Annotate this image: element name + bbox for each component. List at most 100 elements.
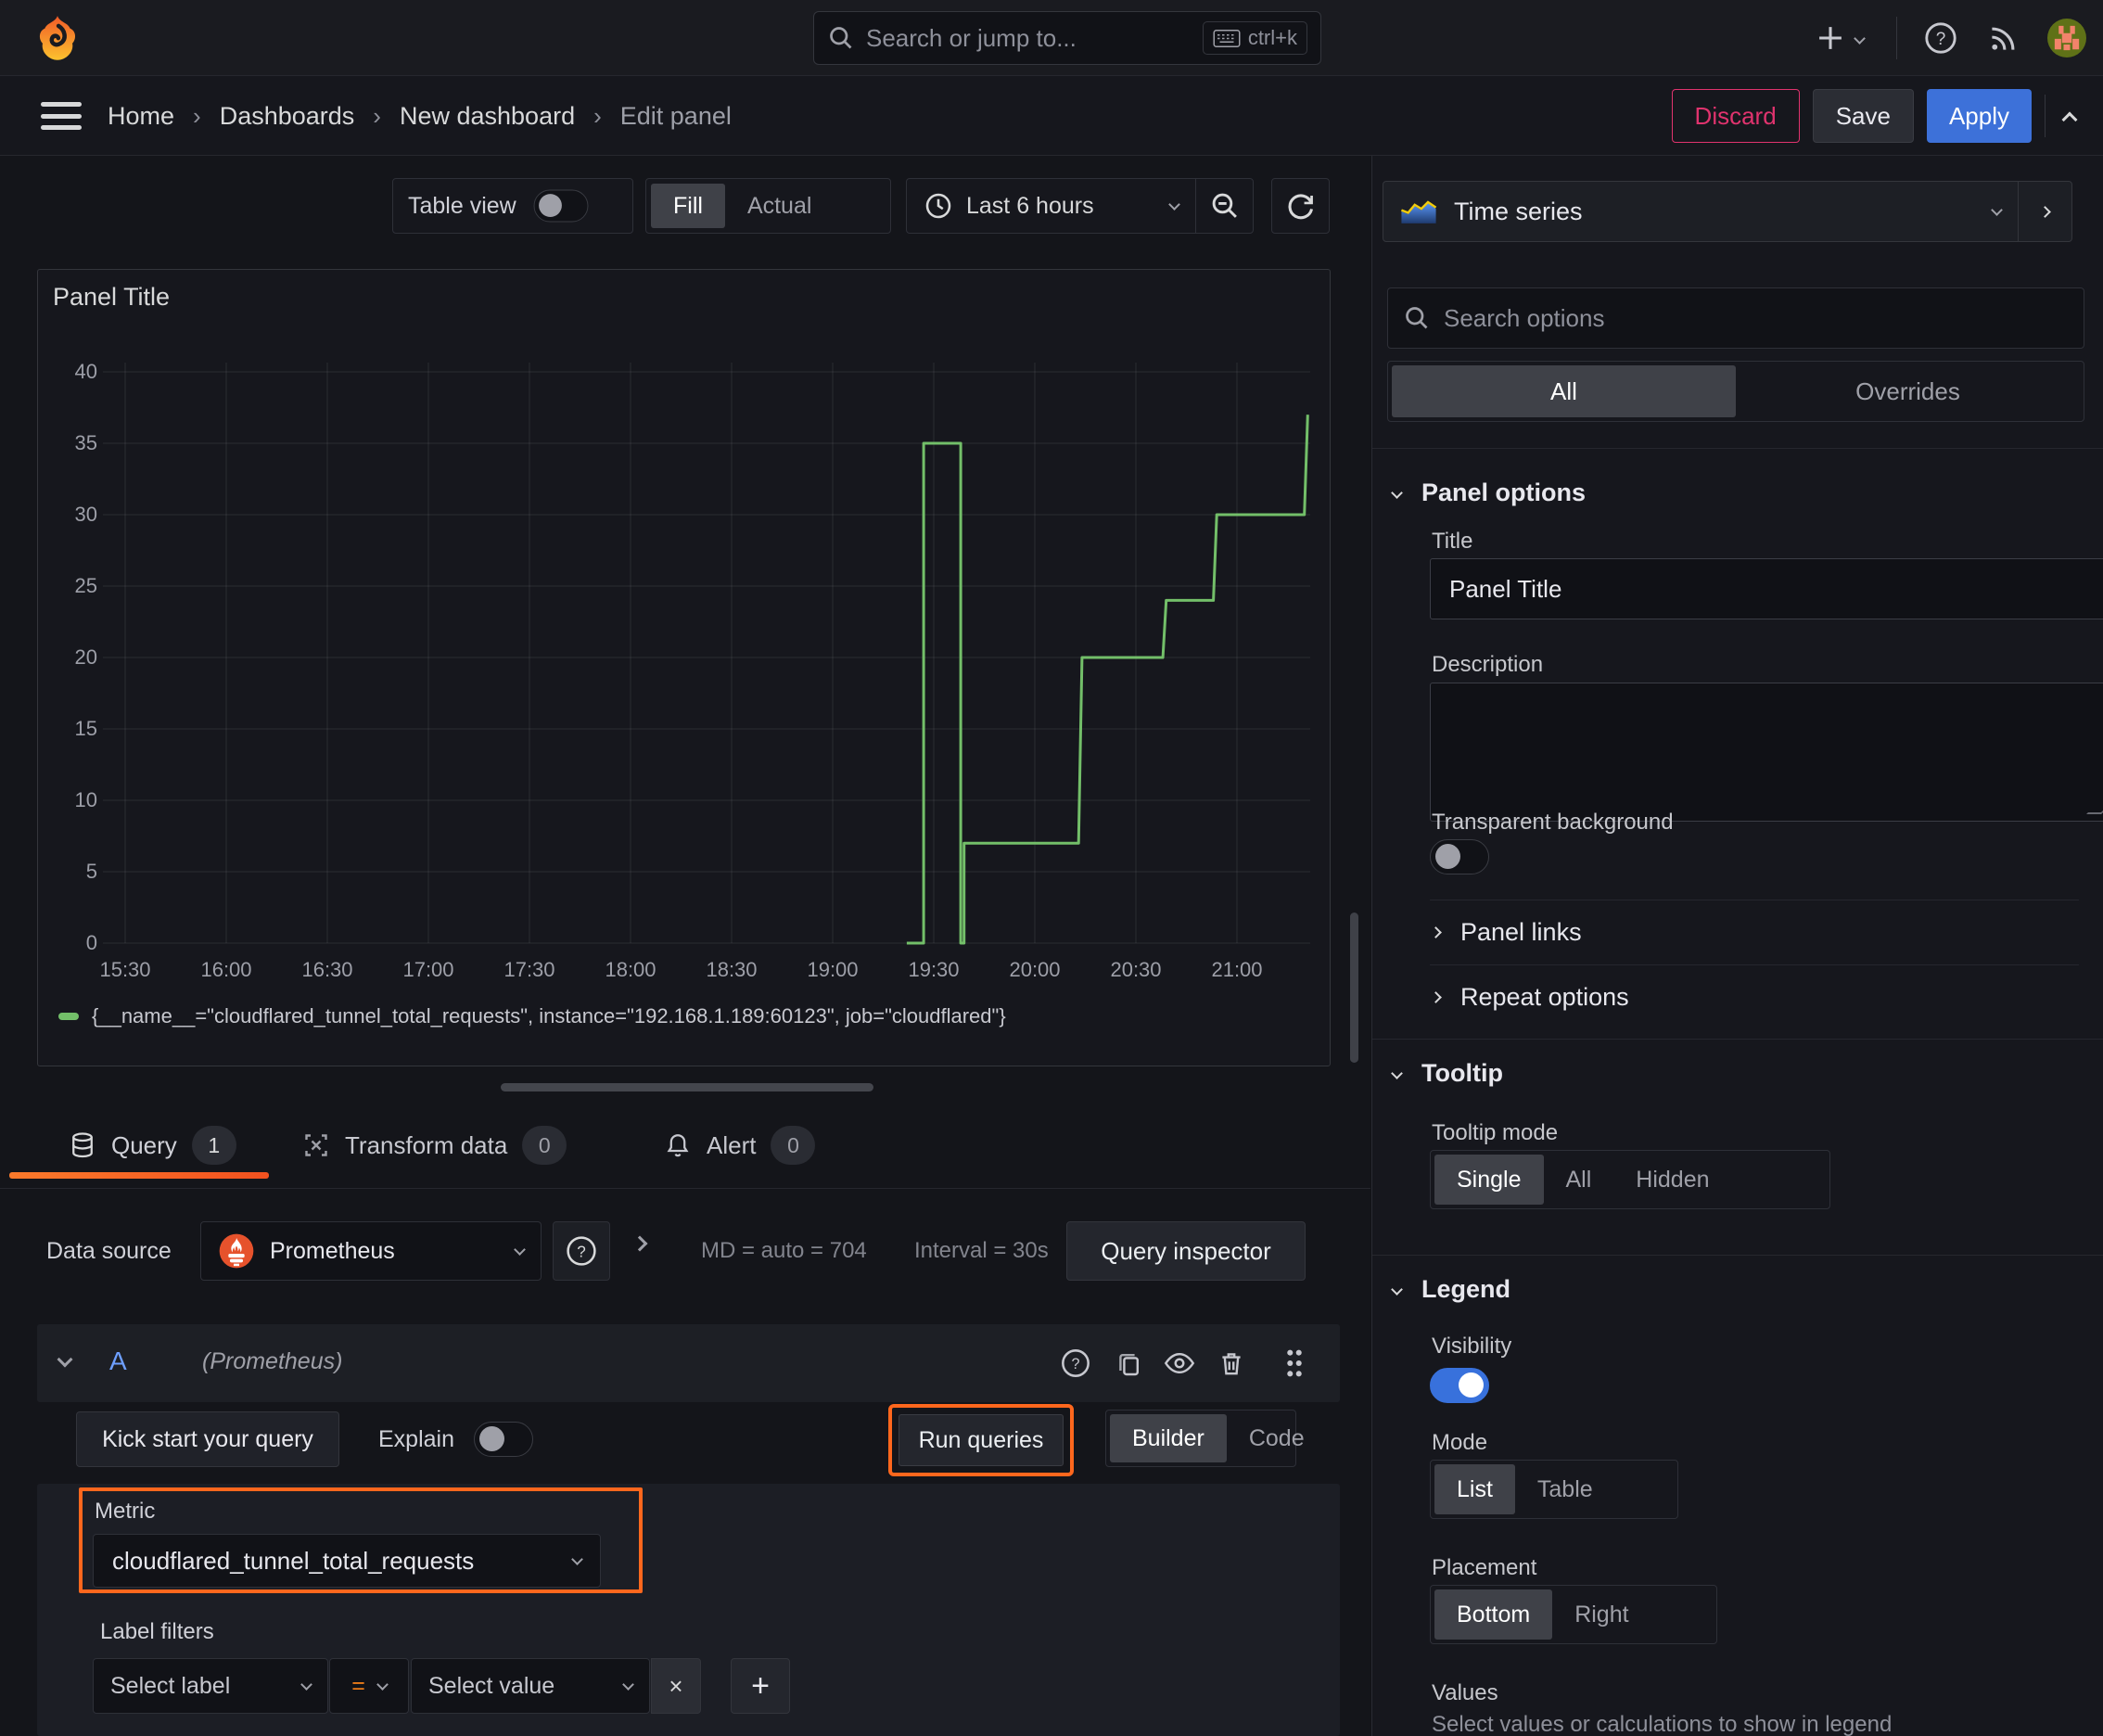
delete-query-icon[interactable]	[1213, 1345, 1250, 1382]
panel-preview: Panel Title 0 5 10 15 20 25 30 35 40 15:30 16:00 1…	[37, 269, 1331, 1066]
datasource-help-button[interactable]: ?	[553, 1221, 610, 1281]
tooltip-mode-all[interactable]: All	[1544, 1155, 1614, 1205]
save-button[interactable]: Save	[1812, 89, 1914, 143]
time-series-chart[interactable]	[103, 363, 1310, 956]
menu-toggle-button[interactable]	[39, 98, 83, 134]
code-option[interactable]: Code	[1227, 1414, 1327, 1462]
repeat-options-header[interactable]: Repeat options	[1430, 983, 1629, 1012]
run-queries-highlight: Run queries	[888, 1404, 1074, 1476]
operator-value: =	[351, 1672, 365, 1699]
breadcrumb-new-dashboard[interactable]: New dashboard	[400, 102, 575, 131]
discard-button[interactable]: Discard	[1671, 89, 1800, 143]
options-search-input[interactable]	[1444, 303, 2069, 333]
chevron-down-icon	[1991, 203, 2003, 216]
add-menu-button[interactable]	[1805, 19, 1872, 57]
breadcrumb-separator: ›	[593, 101, 602, 130]
time-range-picker[interactable]: Last 6 hours	[906, 178, 1254, 234]
kick-start-query-button[interactable]: Kick start your query	[76, 1411, 339, 1467]
collapse-query-icon[interactable]	[57, 1351, 73, 1368]
remove-filter-button[interactable]: ×	[651, 1658, 701, 1714]
add-filter-button[interactable]: +	[731, 1658, 790, 1714]
query-inspector-button[interactable]: Query inspector	[1066, 1221, 1306, 1281]
panel-links-header[interactable]: Panel links	[1430, 918, 1582, 947]
section-divider	[1372, 448, 2103, 449]
x-tick-label: 18:00	[605, 958, 656, 981]
operator-dropdown[interactable]: =	[329, 1658, 409, 1714]
legend-placement-bottom[interactable]: Bottom	[1434, 1589, 1553, 1640]
panel-title: Panel Title	[53, 283, 171, 311]
options-search[interactable]	[1387, 287, 2084, 349]
user-avatar[interactable]	[2047, 19, 2086, 57]
legend-placement-right[interactable]: Right	[1552, 1589, 1651, 1640]
options-all-tab[interactable]: All	[1392, 365, 1736, 417]
builder-option[interactable]: Builder	[1110, 1414, 1227, 1462]
apply-button[interactable]: Apply	[1926, 89, 2032, 143]
tab-alert[interactable]: Alert 0	[664, 1113, 816, 1178]
news-rss-icon[interactable]	[1984, 19, 2023, 57]
grafana-logo-icon[interactable]	[33, 13, 82, 65]
description-field-label: Description	[1432, 652, 1544, 677]
panel-title-input[interactable]	[1430, 558, 2103, 619]
hide-query-icon[interactable]	[1161, 1345, 1198, 1382]
transparent-bg-toggle[interactable]	[1430, 839, 1489, 874]
breadcrumb-home[interactable]: Home	[108, 102, 174, 131]
legend-header[interactable]: Legend	[1391, 1275, 1510, 1304]
chart-legend[interactable]: {__name__="cloudflared_tunnel_total_requ…	[58, 1004, 1006, 1028]
tooltip-mode-label: Tooltip mode	[1432, 1120, 1559, 1145]
help-button[interactable]: ?	[1921, 19, 1960, 57]
panel-description-textarea[interactable]	[1430, 683, 2103, 822]
tooltip-mode-single[interactable]: Single	[1434, 1155, 1544, 1205]
select-label-placeholder: Select label	[110, 1672, 231, 1699]
drag-handle-icon[interactable]	[1276, 1345, 1313, 1382]
legend-mode-list[interactable]: List	[1434, 1464, 1515, 1514]
y-tick-label: 15	[74, 717, 97, 740]
fill-option[interactable]: Fill	[651, 184, 725, 228]
legend-series-label[interactable]: {__name__="cloudflared_tunnel_total_requ…	[92, 1004, 1006, 1028]
y-tick-label: 5	[85, 860, 97, 883]
breadcrumb-edit-panel: Edit panel	[619, 101, 732, 130]
zoom-out-button[interactable]	[1195, 179, 1253, 233]
tooltip-mode-hidden[interactable]: Hidden	[1613, 1155, 1731, 1205]
scrollbar-thumb[interactable]	[1350, 913, 1358, 1063]
search-placeholder: Search or jump to...	[866, 23, 1077, 52]
duplicate-query-icon[interactable]	[1111, 1345, 1148, 1382]
y-tick-label: 30	[74, 503, 97, 526]
legend-placement-segmented: Bottom Right	[1430, 1585, 1717, 1644]
topbar-divider	[1896, 17, 1897, 59]
transparent-bg-label: Transparent background	[1432, 810, 1674, 835]
chevron-right-icon[interactable]	[631, 1235, 648, 1252]
refresh-button[interactable]	[1271, 178, 1330, 234]
legend-mode-table[interactable]: Table	[1515, 1464, 1615, 1514]
tab-query[interactable]: Query 1	[69, 1113, 236, 1178]
tab-transform-data[interactable]: Transform data 0	[302, 1113, 567, 1178]
svg-text:?: ?	[1071, 1356, 1079, 1372]
explain-toggle[interactable]	[474, 1422, 533, 1457]
datasource-select[interactable]: Prometheus	[200, 1221, 542, 1281]
visualization-picker[interactable]: Time series	[1383, 181, 2072, 242]
label-filters-label: Label filters	[100, 1619, 214, 1644]
table-view-toggle[interactable]	[533, 189, 589, 223]
options-overrides-tab[interactable]: Overrides	[1736, 365, 2080, 417]
actual-option[interactable]: Actual	[725, 184, 834, 228]
select-value-dropdown[interactable]: Select value	[411, 1658, 650, 1714]
query-builder-panel: Metric cloudflared_tunnel_total_requests…	[37, 1484, 1340, 1736]
select-label-dropdown[interactable]: Select label	[93, 1658, 328, 1714]
pane-resize-handle[interactable]	[501, 1083, 873, 1091]
query-section-tabs: Query 1 Transform data 0 Alert 0	[0, 1113, 1370, 1189]
breadcrumb-dashboards[interactable]: Dashboards	[220, 102, 355, 131]
global-search-input[interactable]: Search or jump to... ctrl+k	[813, 11, 1321, 65]
toggle-viz-picker-button[interactable]	[2018, 182, 2071, 241]
query-editor-row[interactable]: A (Prometheus) ?	[37, 1324, 1340, 1402]
run-queries-button[interactable]: Run queries	[899, 1414, 1064, 1466]
query-help-icon[interactable]: ?	[1057, 1345, 1094, 1382]
chevron-down-icon	[1853, 32, 1866, 45]
panel-options-header[interactable]: Panel options	[1391, 479, 1586, 507]
collapse-header-icon[interactable]	[2061, 111, 2078, 128]
breadcrumb-separator: ›	[373, 101, 381, 130]
datasource-value: Prometheus	[270, 1237, 395, 1264]
metric-select[interactable]: cloudflared_tunnel_total_requests	[93, 1534, 601, 1588]
legend-visibility-toggle[interactable]	[1430, 1368, 1489, 1403]
chevron-down-icon	[622, 1678, 634, 1691]
tooltip-header[interactable]: Tooltip	[1391, 1059, 1503, 1088]
x-tick-label: 16:30	[301, 958, 353, 981]
